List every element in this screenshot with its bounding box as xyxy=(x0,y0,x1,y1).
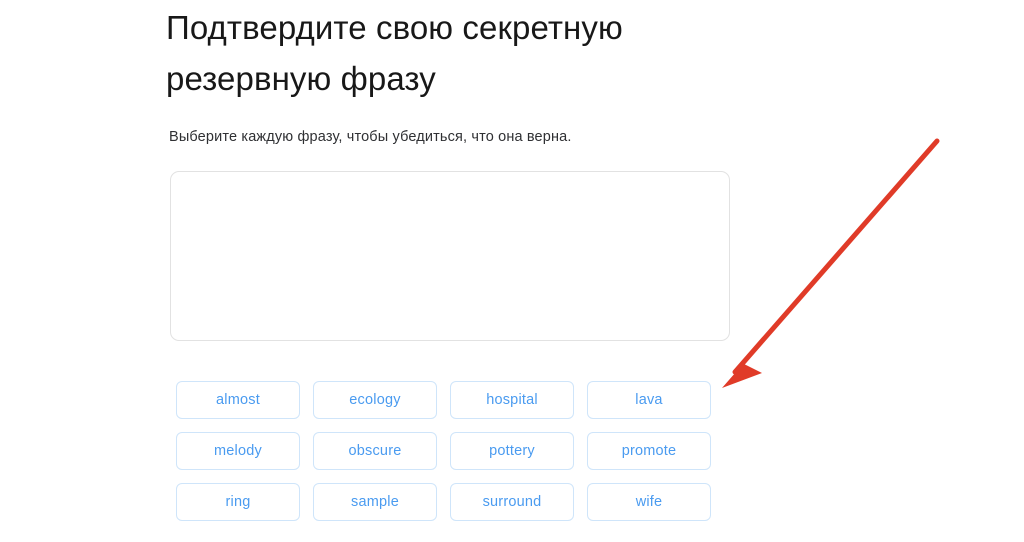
arrow-shaft xyxy=(732,138,940,375)
arrow-head xyxy=(722,349,762,388)
onboarding-screen: Подтвердите свою секретную резервную фра… xyxy=(0,0,1024,542)
word-chip[interactable]: ecology xyxy=(313,381,437,419)
word-chip[interactable]: promote xyxy=(587,432,711,470)
word-chip[interactable]: almost xyxy=(176,381,300,419)
word-chip[interactable]: ring xyxy=(176,483,300,521)
word-bank-grid: almost ecology hospital lava melody obscure po… xyxy=(176,381,711,521)
page-title: Подтвердите свою секретную резервную фра… xyxy=(166,9,623,97)
word-chip[interactable]: sample xyxy=(313,483,437,521)
word-chip[interactable]: hospital xyxy=(450,381,574,419)
word-chip[interactable]: obscure xyxy=(313,432,437,470)
secret-phrase-dropzone[interactable] xyxy=(170,171,730,341)
word-chip[interactable]: pottery xyxy=(450,432,574,470)
word-chip[interactable]: wife xyxy=(587,483,711,521)
word-chip[interactable]: surround xyxy=(450,483,574,521)
word-chip[interactable]: melody xyxy=(176,432,300,470)
word-chip[interactable]: lava xyxy=(587,381,711,419)
page-subtitle: Выберите каждую фразу, чтобы убедиться, … xyxy=(169,129,572,145)
annotation-arrow-icon xyxy=(722,138,940,388)
